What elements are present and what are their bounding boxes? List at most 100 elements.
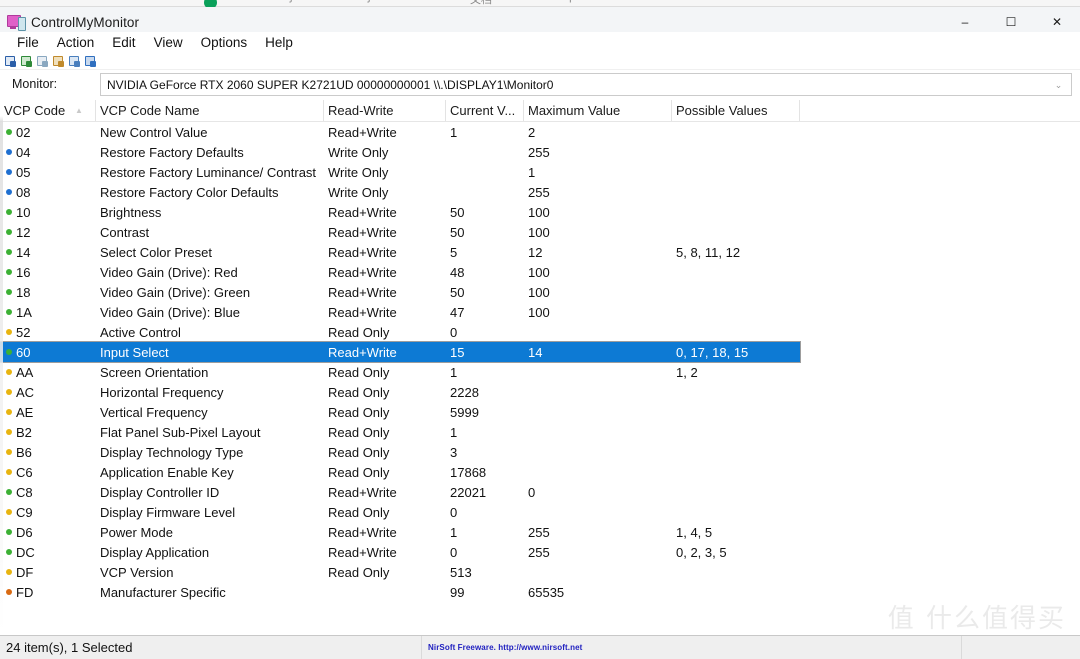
- cell-maximum: 100: [528, 224, 550, 240]
- table-row[interactable]: AE Vertical Frequency Read Only 5999: [0, 402, 1080, 422]
- table-row[interactable]: AC Horizontal Frequency Read Only 2228: [0, 382, 1080, 402]
- cell-name: Application Enable Key: [100, 464, 234, 480]
- status-dot-icon: [6, 209, 12, 215]
- table-row[interactable]: 18 Video Gain (Drive): Green Read+Write 50 1…: [0, 282, 1080, 302]
- cell-maximum: [528, 362, 672, 382]
- status-dot-icon: [6, 169, 12, 175]
- table-row[interactable]: 10 Brightness Read+Write 50 100: [0, 202, 1080, 222]
- cell-current: 1: [450, 524, 458, 540]
- table-row[interactable]: 16 Video Gain (Drive): Red Read+Write 48 100: [0, 262, 1080, 282]
- nirsoft-credit-link[interactable]: NirSoft Freeware. http://www.nirsoft.net: [428, 643, 582, 652]
- table-row[interactable]: 05 Restore Factory Luminance/ Contrast Wri…: [0, 162, 1080, 182]
- monitor-combobox[interactable]: NVIDIA GeForce RTX 2060 SUPER K2721UD 00…: [100, 73, 1072, 96]
- table-row[interactable]: DF VCP Version Read Only 513: [0, 562, 1080, 582]
- cell-code: 16: [16, 264, 31, 280]
- status-dot-icon: [6, 189, 12, 195]
- status-dot-icon: [6, 589, 12, 595]
- menu-item-file[interactable]: File: [8, 34, 48, 51]
- table-row[interactable]: 12 Contrast Read+Write 50 100: [0, 222, 1080, 242]
- table-row[interactable]: 02 New Control Value Read+Write 1 2: [0, 122, 1080, 142]
- cell-current: 17868: [450, 464, 487, 480]
- cell-current: 48: [450, 264, 465, 280]
- cell-current: 0: [450, 324, 458, 340]
- status-dot-icon: [6, 129, 12, 135]
- table-row[interactable]: 1A Video Gain (Drive): Blue Read+Write 47 10…: [0, 302, 1080, 322]
- monitor-icon: [7, 14, 26, 31]
- menu-item-action[interactable]: Action: [48, 34, 104, 51]
- column-header-maximum[interactable]: Maximum Value: [524, 100, 672, 121]
- cell-name: Input Select: [100, 344, 169, 360]
- html-report-icon[interactable]: [68, 55, 80, 67]
- cell-current: 99: [450, 584, 465, 600]
- cell-code: C9: [16, 504, 33, 520]
- chevron-down-icon[interactable]: ⌄: [1054, 81, 1063, 90]
- table-row[interactable]: B6 Display Technology Type Read Only 3: [0, 442, 1080, 462]
- cell-name: Screen Orientation: [100, 364, 209, 380]
- cell-name: Video Gain (Drive): Red: [100, 264, 238, 280]
- cell-rw: Write Only: [328, 184, 389, 200]
- save-icon[interactable]: [4, 55, 16, 67]
- column-header-rw[interactable]: Read-Write: [324, 100, 446, 121]
- cell-possible: [676, 142, 800, 162]
- cell-code: 02: [16, 124, 31, 140]
- menu-bar: File Action Edit View Options Help: [0, 32, 1080, 53]
- menu-item-options[interactable]: Options: [192, 34, 257, 51]
- cell-possible: [676, 182, 800, 202]
- cell-maximum: [528, 422, 672, 442]
- cell-name: Display Application: [100, 544, 210, 560]
- cell-code: FD: [16, 584, 34, 600]
- toolbar: [0, 53, 1080, 70]
- cell-rw: Write Only: [328, 164, 389, 180]
- table-row[interactable]: C8 Display Controller ID Read+Write 22021 0: [0, 482, 1080, 502]
- cell-possible: [676, 422, 800, 442]
- cell-possible: [676, 162, 800, 182]
- cell-code: D6: [16, 524, 33, 540]
- table-row[interactable]: 08 Restore Factory Color Defaults Write On…: [0, 182, 1080, 202]
- table-row[interactable]: C6 Application Enable Key Read Only 17868: [0, 462, 1080, 482]
- application-window: ●ʃ∙ʃ◑文档4 pmGТЕ– ControlMyMonitor – ☐ ✕ F…: [0, 0, 1080, 659]
- background-glyph: G: [640, 0, 649, 3]
- table-row[interactable]: 52 Active Control Read Only 0: [0, 322, 1080, 342]
- cell-maximum: 255: [528, 544, 550, 560]
- cell-possible: [676, 202, 800, 222]
- cell-maximum: [528, 322, 672, 342]
- table-row[interactable]: 60 Input Select Read+Write 15 14 0, 17, 18, 1…: [0, 341, 801, 363]
- column-header-possible[interactable]: Possible Values: [672, 100, 800, 121]
- table-row[interactable]: 04 Restore Factory Defaults Write Only 255: [0, 142, 1080, 162]
- cell-current: [450, 182, 524, 202]
- menu-item-view[interactable]: View: [145, 34, 192, 51]
- cell-code: 52: [16, 324, 31, 340]
- table-row[interactable]: C9 Display Firmware Level Read Only 0: [0, 502, 1080, 522]
- table-row[interactable]: D6 Power Mode Read+Write 1 255 1, 4, 5: [0, 522, 1080, 542]
- cell-name: Display Controller ID: [100, 484, 220, 500]
- table-row[interactable]: AA Screen Orientation Read Only 1 1, 2: [0, 362, 1080, 382]
- cell-current: 50: [450, 204, 465, 220]
- status-dot-icon: [6, 289, 12, 295]
- background-app-strip: ● ʃ ∙ ʃ ◑ 文档 4 pm G Т Е –: [0, 0, 1080, 7]
- cell-name: Brightness: [100, 204, 162, 220]
- column-header-current[interactable]: Current V...: [446, 100, 524, 121]
- table-row[interactable]: B2 Flat Panel Sub-Pixel Layout Read Only 1: [0, 422, 1080, 442]
- cell-current: 15: [450, 344, 465, 360]
- vertical-scrollbar[interactable]: [0, 100, 3, 633]
- status-dot-icon: [6, 329, 12, 335]
- menu-item-help[interactable]: Help: [256, 34, 302, 51]
- cell-rw: Read+Write: [328, 224, 397, 240]
- cell-rw: Read+Write: [328, 524, 397, 540]
- cell-possible: 1, 2: [676, 364, 698, 380]
- cell-name: Video Gain (Drive): Blue: [100, 304, 240, 320]
- cell-name: Active Control: [100, 324, 181, 340]
- exit-icon[interactable]: [84, 55, 96, 67]
- copy-icon[interactable]: [36, 55, 48, 67]
- status-dot-icon: [6, 349, 12, 355]
- column-header-name[interactable]: VCP Code Name: [96, 100, 324, 121]
- properties-icon[interactable]: [52, 55, 64, 67]
- cell-code: 18: [16, 284, 31, 300]
- refresh-icon[interactable]: [20, 55, 32, 67]
- background-glyph: ʃ: [290, 0, 292, 3]
- table-row[interactable]: 14 Select Color Preset Read+Write 5 12 5, 8, …: [0, 242, 1080, 262]
- cell-name: Restore Factory Color Defaults: [100, 184, 279, 200]
- table-row[interactable]: DC Display Application Read+Write 0 255 0, 2,…: [0, 542, 1080, 562]
- cell-code: 04: [16, 144, 31, 160]
- menu-item-edit[interactable]: Edit: [103, 34, 144, 51]
